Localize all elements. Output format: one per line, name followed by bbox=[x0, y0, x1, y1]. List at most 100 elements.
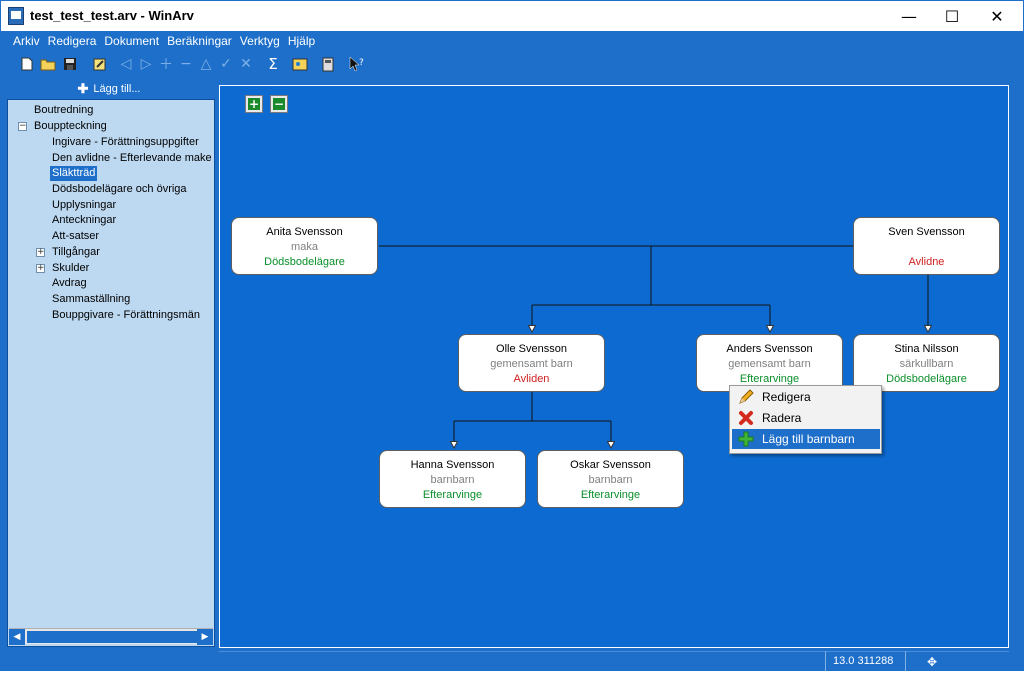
zoom-out-icon: − bbox=[273, 97, 285, 111]
window-title: test_test_test.arv - WinArv bbox=[30, 8, 194, 23]
tree-item-bouppteckning[interactable]: Bouppteckning bbox=[34, 119, 107, 134]
person-status: Avliden bbox=[513, 373, 550, 385]
add-icon[interactable]: ＋ bbox=[158, 55, 174, 73]
person-status: Avlidne bbox=[908, 256, 945, 268]
add-button-label: Lägg till... bbox=[93, 83, 141, 95]
red-x-icon bbox=[736, 409, 756, 427]
save-icon[interactable] bbox=[62, 55, 78, 73]
tree-item-tillgangar[interactable]: Tillgångar bbox=[52, 245, 100, 260]
zoom-in-icon: + bbox=[248, 97, 260, 111]
app-icon bbox=[8, 7, 24, 25]
person-relation: maka bbox=[291, 241, 318, 253]
plus-icon: ✚ bbox=[77, 81, 89, 96]
person-name: Olle Svensson bbox=[496, 343, 567, 355]
zoom-out-button[interactable]: − bbox=[270, 95, 288, 113]
tree-item-att-satser[interactable]: Att-satser bbox=[52, 229, 99, 244]
person-name: Oskar Svensson bbox=[570, 459, 651, 471]
minimize-button[interactable]: — bbox=[886, 1, 932, 31]
calculator-icon[interactable] bbox=[320, 55, 336, 73]
collapse-icon[interactable]: − bbox=[18, 122, 27, 131]
menu-item-label: Lägg till barnbarn bbox=[762, 432, 855, 446]
open-folder-icon[interactable] bbox=[40, 55, 56, 73]
maximize-icon: ☐ bbox=[944, 6, 960, 26]
title-bar: test_test_test.arv - WinArv — ☐ ✕ bbox=[0, 0, 1024, 31]
help-pointer-icon[interactable]: ? bbox=[348, 55, 364, 73]
person-status: Efterarvinge bbox=[580, 489, 641, 501]
tree-item-anteckningar[interactable]: Anteckningar bbox=[52, 213, 116, 228]
zoom-in-button[interactable]: + bbox=[245, 95, 263, 113]
person-name: Sven Svensson bbox=[888, 226, 965, 238]
scroll-left-icon[interactable]: ◀ bbox=[9, 629, 25, 645]
tree-item-upplysningar[interactable]: Upplysningar bbox=[52, 198, 116, 213]
menu-item-lagg-till-barnbarn[interactable]: Lägg till barnbarn bbox=[732, 429, 880, 449]
check-icon[interactable]: ✓ bbox=[218, 55, 234, 73]
menu-bar: Arkiv Redigera Dokument Beräkningar Verk… bbox=[0, 31, 1024, 51]
menu-item-label: Radera bbox=[762, 411, 802, 425]
menu-dokument[interactable]: Dokument bbox=[101, 31, 162, 51]
menu-hjalp[interactable]: Hjälp bbox=[285, 31, 318, 51]
close-icon: ✕ bbox=[990, 6, 1004, 26]
tree-item-skulder[interactable]: Skulder bbox=[52, 261, 89, 276]
context-menu: Redigera Radera Lägg till barnbarn bbox=[729, 385, 882, 454]
expand-icon[interactable]: + bbox=[36, 248, 45, 257]
menu-berakningar[interactable]: Beräkningar bbox=[164, 31, 235, 51]
scroll-thumb[interactable] bbox=[27, 631, 199, 643]
expand-icon[interactable]: + bbox=[36, 264, 45, 273]
person-node-anders[interactable]: Anders Svensson gemensamt barn Efterarvi… bbox=[696, 334, 843, 392]
person-status: Efterarvinge bbox=[422, 489, 483, 501]
menu-item-label: Redigera bbox=[762, 390, 811, 404]
menu-verktyg[interactable]: Verktyg bbox=[237, 31, 283, 51]
person-status: Dödsbodelägare bbox=[264, 256, 345, 268]
person-relation: barnbarn bbox=[588, 474, 633, 486]
bottom-strip bbox=[0, 671, 1024, 678]
remove-icon[interactable]: − bbox=[178, 55, 194, 73]
svg-text:?: ? bbox=[359, 58, 364, 68]
tree-item-bouppgivare[interactable]: Bouppgivare - Förättningsmän bbox=[52, 308, 200, 323]
person-node-hanna[interactable]: Hanna Svensson barnbarn Efterarvinge bbox=[379, 450, 526, 508]
person-relation: särkullbarn bbox=[899, 358, 954, 370]
menu-redigera[interactable]: Redigera bbox=[45, 31, 100, 51]
tree-item-den-avlidne[interactable]: Den avlidne - Efterlevande make bbox=[52, 151, 212, 166]
person-name: Stina Nilsson bbox=[894, 343, 959, 355]
person-node-olle[interactable]: Olle Svensson gemensamt barn Avliden bbox=[458, 334, 605, 392]
close-button[interactable]: ✕ bbox=[974, 1, 1020, 31]
pencil-icon bbox=[736, 388, 756, 406]
person-name: Anders Svensson bbox=[726, 343, 813, 355]
horizontal-scrollbar[interactable]: ◀ ▶ bbox=[9, 628, 213, 645]
move-icon: ✥ bbox=[927, 655, 938, 669]
new-document-icon[interactable] bbox=[19, 55, 35, 73]
navigation-tree: Boutredning − Bouppteckning Ingivare - F… bbox=[7, 99, 215, 647]
person-node-oskar[interactable]: Oskar Svensson barnbarn Efterarvinge bbox=[537, 450, 684, 508]
maximize-button[interactable]: ☐ bbox=[929, 1, 975, 31]
menu-item-redigera[interactable]: Redigera bbox=[732, 387, 880, 407]
person-relation: gemensamt barn bbox=[490, 358, 573, 370]
person-relation: barnbarn bbox=[430, 474, 475, 486]
menu-item-radera[interactable]: Radera bbox=[732, 408, 880, 428]
tree-item-dodsbodelagare[interactable]: Dödsbodelägare och övriga bbox=[52, 182, 187, 197]
add-button[interactable]: ✚ Lägg till... bbox=[0, 80, 218, 98]
cancel-icon[interactable]: ✕ bbox=[238, 55, 254, 73]
next-icon[interactable]: ▷ bbox=[138, 55, 154, 73]
tree-item-avdrag[interactable]: Avdrag bbox=[52, 276, 87, 291]
person-name: Hanna Svensson bbox=[410, 459, 495, 471]
tree-item-boutredning[interactable]: Boutredning bbox=[34, 103, 93, 118]
scroll-right-icon[interactable]: ▶ bbox=[197, 629, 213, 645]
green-plus-icon bbox=[736, 430, 756, 448]
sum-icon[interactable]: Σ bbox=[265, 55, 281, 73]
status-separator bbox=[905, 651, 906, 671]
toolbar: ◁ ▷ ＋ − △ ✓ ✕ Σ ? bbox=[0, 51, 1024, 77]
menu-arkiv[interactable]: Arkiv bbox=[10, 31, 43, 51]
person-name: Anita Svensson bbox=[266, 226, 343, 238]
person-node-stina[interactable]: Stina Nilsson särkullbarn Dödsbodelägare bbox=[853, 334, 1000, 392]
tree-item-ingivare[interactable]: Ingivare - Förättningsuppgifter bbox=[52, 135, 199, 150]
previous-icon[interactable]: ◁ bbox=[118, 55, 134, 73]
minimize-icon: — bbox=[901, 6, 917, 26]
tree-item-sammastallning[interactable]: Sammaställning bbox=[52, 292, 130, 307]
status-separator bbox=[825, 651, 826, 671]
person-node-anita[interactable]: Anita Svensson maka Dödsbodelägare bbox=[231, 217, 378, 275]
person-node-sven[interactable]: Sven Svensson Avlidne bbox=[853, 217, 1000, 275]
tree-item-slakttrad[interactable]: Släktträd bbox=[50, 166, 98, 181]
edit-icon[interactable] bbox=[92, 55, 108, 73]
up-icon[interactable]: △ bbox=[198, 55, 214, 73]
image-icon[interactable] bbox=[292, 55, 308, 73]
